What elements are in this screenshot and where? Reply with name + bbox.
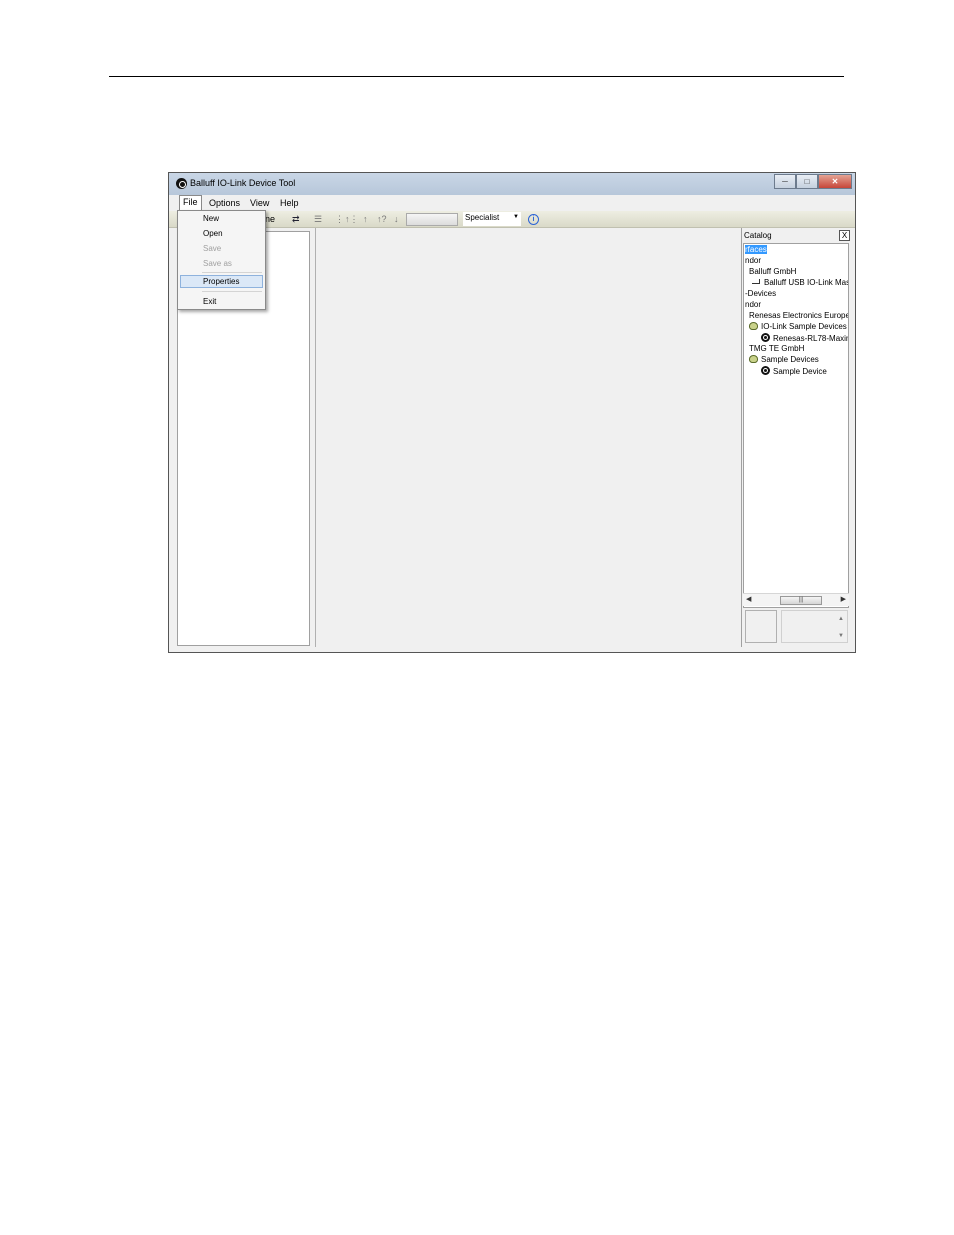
catalog-description-box: ▲ ▼ [781,610,848,643]
parameter-list-icon[interactable]: ☰ [314,214,322,225]
window-controls: ─ □ ✕ [774,174,852,189]
catalog-header: Catalog X [744,230,850,242]
menu-separator [202,272,262,273]
upload-icon[interactable]: ↑ [363,214,368,224]
menu-file[interactable]: File [179,195,202,211]
scroll-down-icon[interactable]: ▼ [838,633,844,639]
close-button[interactable]: ✕ [818,174,852,189]
device-icon [761,366,770,375]
menu-item-new[interactable]: New [180,212,263,225]
tree-item[interactable]: ndor [745,300,761,310]
folder-icon [749,322,758,330]
tree-item[interactable]: -Devices [745,289,776,299]
file-menu-dropdown: New Open Save Save as Properties Exit [177,210,266,310]
menu-item-properties[interactable]: Properties [180,275,263,288]
catalog-horizontal-scrollbar[interactable]: ◀ ||| ▶ [743,593,849,606]
scroll-left-icon[interactable]: ◀ [746,595,751,603]
minimize-button[interactable]: ─ [774,174,796,189]
scroll-up-icon[interactable]: ▲ [838,616,844,622]
menu-view[interactable]: View [247,197,272,209]
progress-field [406,213,458,226]
page-header-rule [109,76,844,77]
main-workspace [316,228,741,647]
maximize-button[interactable]: □ [796,174,818,189]
app-window: Balluff IO-Link Device Tool ─ □ ✕ File O… [168,172,856,653]
tree-item[interactable]: IO-Link Sample Devices [749,322,847,332]
catalog-close-button[interactable]: X [839,230,850,241]
tree-item[interactable]: ndor [745,256,761,266]
menu-item-save[interactable]: Save [180,242,263,255]
tree-item[interactable]: Balluff GmbH [749,267,796,277]
connect-icon[interactable]: ⇄ [292,214,300,225]
menu-bar: File Options View Help [169,195,855,211]
menu-separator [202,291,262,292]
upload-all-icon[interactable]: ↑⋮ [345,214,359,225]
catalog-tree[interactable]: rfaces ndor Balluff GmbH Balluff USB IO-… [743,243,849,608]
toolbar: ne ⇄ ☰ ⋮ ↑⋮ ↑ ↑? ↓ Specialist ▼ i [169,211,855,228]
tree-item[interactable]: Balluff USB IO-Link Master [752,278,848,288]
menu-options[interactable]: Options [206,197,243,209]
tree-item[interactable]: Sample Devices [749,355,819,365]
info-icon[interactable]: i [528,214,539,225]
window-title: Balluff IO-Link Device Tool [190,178,296,188]
upload-query-icon[interactable]: ↑? [377,214,387,224]
scroll-right-icon[interactable]: ▶ [841,595,846,603]
title-bar[interactable]: Balluff IO-Link Device Tool ─ □ ✕ [169,173,855,195]
tree-item[interactable]: rfaces [745,245,767,255]
chevron-down-icon: ▼ [513,214,519,220]
folder-icon [749,355,758,363]
user-role-value: Specialist [465,213,500,222]
usb-master-icon [752,279,760,284]
scroll-thumb[interactable]: ||| [780,596,822,605]
catalog-title: Catalog [744,231,772,240]
tree-item[interactable]: Renesas Electronics Europe G [749,311,848,321]
menu-item-save-as[interactable]: Save as [180,257,263,270]
tree-item[interactable]: Sample Device [761,366,827,377]
menu-item-exit[interactable]: Exit [180,295,263,308]
tree-item[interactable]: TMG TE GmbH [749,344,804,354]
toolbar-separator-icon: ⋮ [335,214,344,224]
menu-help[interactable]: Help [277,197,302,209]
download-icon[interactable]: ↓ [394,214,399,224]
tree-item[interactable]: Renesas-RL78-Maxim [761,333,848,344]
user-role-select[interactable]: Specialist ▼ [463,212,521,226]
catalog-preview-box [745,610,777,643]
balluff-logo-icon [176,178,187,189]
toolbar-partial-label[interactable]: ne [265,214,275,224]
device-icon [761,333,770,342]
menu-item-open[interactable]: Open [180,227,263,240]
